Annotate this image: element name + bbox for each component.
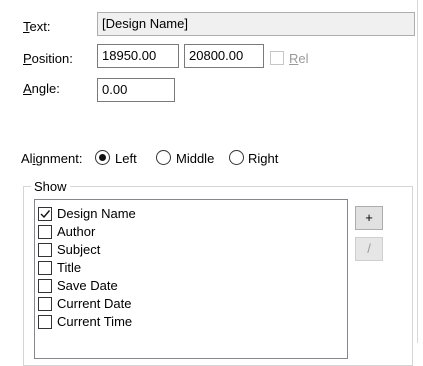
alignment-label: Alignment:	[21, 151, 83, 166]
item-label: Current Date	[57, 296, 132, 311]
item-label: Design Name	[57, 206, 136, 221]
checkbox-author[interactable]	[38, 225, 52, 239]
edit-button[interactable]: /	[355, 237, 383, 261]
angle-label: Angle:	[23, 81, 60, 96]
add-button[interactable]: +	[355, 206, 383, 230]
show-checklist[interactable]: Design Name Author Subject Title Save Da…	[34, 199, 348, 359]
checkbox-current-date[interactable]	[38, 297, 52, 311]
rel-checkbox[interactable]	[270, 51, 284, 65]
align-middle-radio[interactable]	[156, 150, 171, 165]
item-label: Author	[57, 224, 96, 239]
angle-field[interactable]: 0.00	[97, 78, 175, 102]
text-field[interactable]: [Design Name]	[97, 12, 415, 36]
properties-panel: Text: [Design Name] Position: 18950.00 2…	[0, 0, 418, 366]
text-label: Text:	[23, 19, 51, 34]
position-label: Position:	[23, 51, 73, 66]
align-left-radio[interactable]	[95, 150, 110, 165]
checkbox-current-time[interactable]	[38, 315, 52, 329]
position-y-field[interactable]: 20800.00	[184, 44, 264, 68]
checkbox-title[interactable]	[38, 261, 52, 275]
radio-selected-dot	[99, 154, 106, 161]
align-middle-label: Middle	[176, 151, 215, 166]
item-label: Save Date	[57, 278, 118, 293]
align-right-label: Right	[248, 151, 279, 166]
align-left-label: Left	[115, 151, 137, 166]
item-label: Current Time	[57, 314, 133, 329]
checkbox-design-name[interactable]	[38, 207, 52, 221]
align-right-radio[interactable]	[229, 150, 244, 165]
rel-label: Rel	[289, 51, 309, 66]
item-label: Title	[57, 260, 82, 275]
checkbox-subject[interactable]	[38, 243, 52, 257]
position-x-field[interactable]: 18950.00	[97, 44, 179, 68]
checkmark-icon	[40, 210, 51, 219]
item-label: Subject	[57, 242, 101, 257]
show-group-title: Show	[31, 179, 70, 194]
checkbox-save-date[interactable]	[38, 279, 52, 293]
